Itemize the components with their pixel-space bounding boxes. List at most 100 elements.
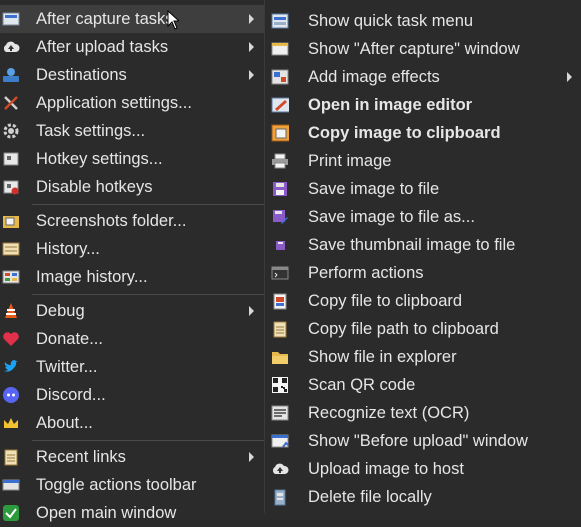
menu-item-label: Donate...: [36, 330, 103, 348]
menu-item-debug[interactable]: Debug: [0, 297, 264, 325]
image-history-icon: [2, 268, 20, 286]
submenu-item-add-image-effects[interactable]: Add image effects: [265, 63, 581, 91]
destinations-icon: [2, 66, 20, 84]
menu-item-destinations[interactable]: Destinations: [0, 61, 264, 89]
submenu-item-perform-actions[interactable]: Perform actions: [265, 259, 581, 287]
submenu-arrow-icon: [249, 14, 254, 24]
mouse-cursor-icon: [167, 9, 181, 35]
menu-item-label: After upload tasks: [36, 38, 169, 56]
submenu-item-scan-qr-code[interactable]: Scan QR code: [265, 371, 581, 399]
menu-item-task-settings[interactable]: Task settings...: [0, 117, 264, 145]
menu-item-label: After capture tasks: [36, 10, 174, 28]
history-icon: [2, 240, 20, 258]
menu-item-label: Save thumbnail image to file: [308, 236, 516, 254]
submenu-arrow-icon: [249, 70, 254, 80]
save-icon: [271, 180, 289, 198]
copy-file-icon: [271, 292, 289, 310]
menu-item-label: Recent links: [36, 448, 126, 466]
submenu-item-open-in-image-editor[interactable]: Open in image editor: [265, 91, 581, 119]
menu-separator: [32, 440, 264, 441]
menu-item-label: Debug: [36, 302, 85, 320]
save-thumbnail-icon: [271, 236, 289, 254]
menu-item-label: Print image: [308, 152, 392, 170]
submenu-item-save-image-to-file-as[interactable]: Save image to file as...: [265, 203, 581, 231]
menu-item-label: Add image effects: [308, 68, 440, 86]
menu-item-label: Save image to file: [308, 180, 440, 198]
submenu-item-save-image-to-file[interactable]: Save image to file: [265, 175, 581, 203]
window-icon: [271, 40, 289, 58]
quick-task-icon: [271, 12, 289, 30]
menu-item-toggle-actions-toolbar[interactable]: Toggle actions toolbar: [0, 471, 264, 499]
keyboard-icon: [2, 150, 20, 168]
submenu-item-copy-image-to-clipboard[interactable]: Copy image to clipboard: [265, 119, 581, 147]
menu-item-hotkey-settings[interactable]: Hotkey settings...: [0, 145, 264, 173]
menu-item-about[interactable]: About...: [0, 409, 264, 437]
delete-file-icon: [271, 488, 289, 506]
qr-code-icon: [271, 376, 289, 394]
copy-path-icon: [271, 320, 289, 338]
menu-item-open-main-window[interactable]: Open main window: [0, 499, 264, 527]
menu-item-label: Show quick task menu: [308, 12, 474, 30]
menu-item-donate[interactable]: Donate...: [0, 325, 264, 353]
cloud-upload-icon: [2, 38, 20, 56]
menu-item-twitter[interactable]: Twitter...: [0, 353, 264, 381]
submenu-item-copy-file-to-clipboard[interactable]: Copy file to clipboard: [265, 287, 581, 315]
submenu-item-delete-file-locally[interactable]: Delete file locally: [265, 483, 581, 511]
submenu-arrow-icon: [249, 42, 254, 52]
submenu-item-print-image[interactable]: Print image: [265, 147, 581, 175]
menu-item-label: Discord...: [36, 386, 106, 404]
menu-item-label: Screenshots folder...: [36, 212, 187, 230]
discord-icon: [2, 386, 20, 404]
menu-item-image-history[interactable]: Image history...: [0, 263, 264, 291]
menu-item-label: Delete file locally: [308, 488, 432, 506]
menu-item-label: Disable hotkeys: [36, 178, 153, 196]
submenu-item-show-quick-task-menu[interactable]: Show quick task menu: [265, 7, 581, 35]
menu-item-label: Show file in explorer: [308, 348, 457, 366]
menu-item-label: Recognize text (OCR): [308, 404, 470, 422]
submenu-item-show-file-in-explorer[interactable]: Show file in explorer: [265, 343, 581, 371]
menu-item-after-upload-tasks[interactable]: After upload tasks: [0, 33, 264, 61]
menu-item-disable-hotkeys[interactable]: Disable hotkeys: [0, 173, 264, 201]
capture-icon: [2, 10, 20, 28]
terminal-icon: [271, 264, 289, 282]
heart-icon: [2, 330, 20, 348]
twitter-icon: [2, 358, 20, 376]
crown-icon: [2, 414, 20, 432]
menu-item-label: Upload image to host: [308, 460, 464, 478]
menu-separator: [32, 294, 264, 295]
menu-item-label: Destinations: [36, 66, 127, 84]
menu-item-history[interactable]: History...: [0, 235, 264, 263]
menu-item-label: History...: [36, 240, 100, 258]
menu-item-label: Toggle actions toolbar: [36, 476, 197, 494]
menu-item-label: Save image to file as...: [308, 208, 475, 226]
menu-item-discord[interactable]: Discord...: [0, 381, 264, 409]
submenu-item-upload-image-to-host[interactable]: Upload image to host: [265, 455, 581, 483]
menu-item-label: Copy image to clipboard: [308, 124, 501, 142]
menu-item-after-capture-tasks[interactable]: After capture tasks: [0, 5, 264, 33]
submenu-arrow-icon: [249, 306, 254, 316]
image-effects-icon: [271, 68, 289, 86]
tools-icon: [2, 94, 20, 112]
submenu-item-save-thumbnail-image-to-file[interactable]: Save thumbnail image to file: [265, 231, 581, 259]
cloud-upload-icon: [271, 460, 289, 478]
clipboard-list-icon: [2, 448, 20, 466]
before-upload-icon: [271, 432, 289, 450]
menu-item-screenshots-folder[interactable]: Screenshots folder...: [0, 207, 264, 235]
menu-item-label: Show "After capture" window: [308, 40, 520, 58]
submenu-arrow-icon: [249, 452, 254, 462]
printer-icon: [271, 152, 289, 170]
after-capture-tasks-submenu: Show quick task menu Show "After capture…: [264, 0, 581, 513]
submenu-item-recognize-text-ocr[interactable]: Recognize text (OCR): [265, 399, 581, 427]
submenu-item-copy-file-path-to-clipboard[interactable]: Copy file path to clipboard: [265, 315, 581, 343]
copy-image-icon: [271, 124, 289, 142]
menu-item-label: Copy file path to clipboard: [308, 320, 499, 338]
keyboard-disabled-icon: [2, 178, 20, 196]
image-editor-icon: [271, 96, 289, 114]
menu-item-label: Application settings...: [36, 94, 192, 112]
submenu-item-show-before-upload-window[interactable]: Show "Before upload" window: [265, 427, 581, 455]
menu-item-application-settings[interactable]: Application settings...: [0, 89, 264, 117]
menu-item-label: Image history...: [36, 268, 148, 286]
menu-item-recent-links[interactable]: Recent links: [0, 443, 264, 471]
menu-item-label: Hotkey settings...: [36, 150, 163, 168]
submenu-item-show-after-capture-window[interactable]: Show "After capture" window: [265, 35, 581, 63]
